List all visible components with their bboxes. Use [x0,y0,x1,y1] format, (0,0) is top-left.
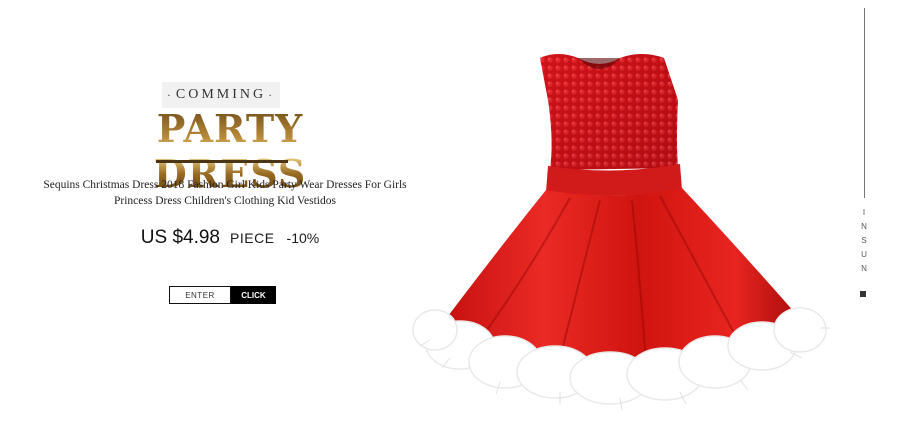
enter-button[interactable]: ENTER [169,286,231,304]
discount: -10% [286,230,320,246]
side-brand-letter: U [861,250,867,259]
product-description: Sequins Christmas Dress 2018 Fashion Gir… [43,179,407,207]
price-row: US $4.98 PIECE -10% [80,227,380,249]
side-square-icon [860,291,866,297]
coming-badge: · COMMING · [162,82,280,108]
price: US $4.98 [140,227,221,248]
title-underline [156,160,288,163]
side-brand-letter: S [861,236,867,245]
product-image-dress[interactable] [410,40,840,440]
side-brand-letter: N [861,264,867,273]
side-brand-text: I N S U N [858,206,870,276]
side-brand-letter: N [861,222,867,231]
side-brand-letter: I [862,208,866,217]
coming-dot-right: · [268,87,276,102]
click-button[interactable]: CLICK [231,286,276,304]
promo-panel: · COMMING · PARTY DRESS Sequins Christma… [0,0,455,446]
coming-label: COMMING [175,87,267,102]
cta-group: ENTER CLICK [169,286,276,304]
price-unit: PIECE [230,230,275,246]
coming-dot-left: · [166,87,174,102]
side-divider [864,8,865,198]
